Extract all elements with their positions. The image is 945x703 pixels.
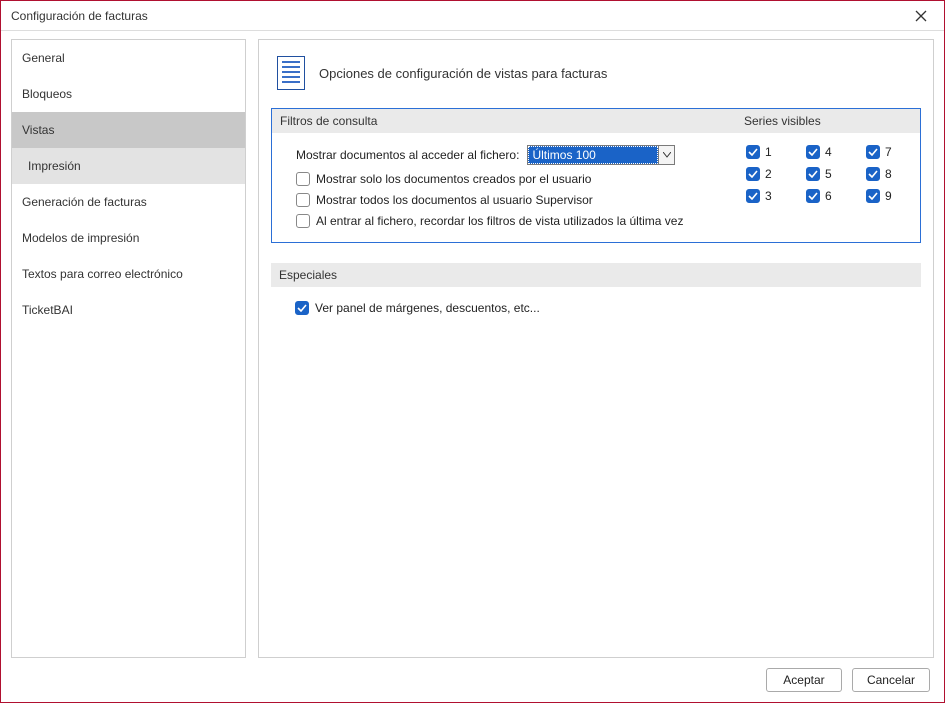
combo-selected-value[interactable]: Últimos 100 [527,145,659,165]
close-icon [915,10,927,22]
chk-margenes-row: Ver panel de márgenes, descuentos, etc..… [295,301,905,315]
accept-button[interactable]: Aceptar [766,668,842,692]
show-docs-label: Mostrar documentos al acceder al fichero… [296,148,519,162]
sidebar-item-bloqueos[interactable]: Bloqueos [12,76,245,112]
filters-box: Filtros de consulta Mostrar documentos a… [271,108,921,243]
series-grid: 1 4 7 2 5 8 3 6 9 [746,145,910,203]
series-chk-2[interactable] [746,167,760,181]
sidebar: General Bloqueos Vistas Impresión Genera… [11,39,246,658]
series-chk-5[interactable] [806,167,820,181]
series-label-2: 2 [765,167,772,181]
chk-remember-row: Al entrar al fichero, recordar los filtr… [296,214,720,228]
series-label-3: 3 [765,189,772,203]
chk-supervisor-label: Mostrar todos los documentos al usuario … [316,193,593,207]
series-label-6: 6 [825,189,832,203]
sidebar-item-ticketbai[interactable]: TicketBAI [12,292,245,328]
sidebar-item-vistas[interactable]: Vistas [12,112,245,148]
chk-only-user[interactable] [296,172,310,186]
filters-heading: Filtros de consulta [272,109,736,133]
show-docs-combo[interactable]: Últimos 100 [527,145,675,165]
show-docs-row: Mostrar documentos al acceder al fichero… [296,145,720,165]
series-chk-6[interactable] [806,189,820,203]
window-title: Configuración de facturas [11,9,148,23]
series-label-5: 5 [825,167,832,181]
chk-margenes-label: Ver panel de márgenes, descuentos, etc..… [315,301,540,315]
series-label-4: 4 [825,145,832,159]
document-icon [277,56,305,90]
content-title: Opciones de configuración de vistas para… [319,66,607,81]
dialog-window: Configuración de facturas General Bloque… [0,0,945,703]
especiales-body: Ver panel de márgenes, descuentos, etc..… [271,287,921,325]
series-label-7: 7 [885,145,892,159]
cancel-button[interactable]: Cancelar [852,668,930,692]
chevron-down-icon [663,152,671,158]
combo-dropdown-button[interactable] [659,145,675,165]
series-label-1: 1 [765,145,772,159]
chk-remember-label: Al entrar al fichero, recordar los filtr… [316,214,683,228]
especiales-heading: Especiales [271,263,921,287]
chk-margenes[interactable] [295,301,309,315]
content-panel: Opciones de configuración de vistas para… [258,39,934,658]
sidebar-item-general[interactable]: General [12,40,245,76]
series-heading: Series visibles [736,109,920,133]
series-chk-1[interactable] [746,145,760,159]
series-chk-9[interactable] [866,189,880,203]
series-label-8: 8 [885,167,892,181]
dialog-footer: Aceptar Cancelar [11,658,934,692]
chk-supervisor[interactable] [296,193,310,207]
filters-left: Filtros de consulta Mostrar documentos a… [272,109,736,242]
panes: General Bloqueos Vistas Impresión Genera… [11,39,934,658]
series-chk-7[interactable] [866,145,880,159]
filters-body: Mostrar documentos al acceder al fichero… [272,133,736,242]
chk-only-user-label: Mostrar solo los documentos creados por … [316,172,591,186]
series-chk-4[interactable] [806,145,820,159]
sidebar-item-textos-correo[interactable]: Textos para correo electrónico [12,256,245,292]
close-button[interactable] [904,4,938,28]
series-body: 1 4 7 2 5 8 3 6 9 [736,133,920,213]
chk-remember[interactable] [296,214,310,228]
sidebar-item-impresion[interactable]: Impresión [12,148,245,184]
series-label-9: 9 [885,189,892,203]
series-panel: Series visibles 1 4 7 2 5 8 3 6 [736,109,920,242]
content-header: Opciones de configuración de vistas para… [271,50,921,108]
sidebar-item-generacion[interactable]: Generación de facturas [12,184,245,220]
chk-supervisor-row: Mostrar todos los documentos al usuario … [296,193,720,207]
title-bar: Configuración de facturas [1,1,944,31]
dialog-body: General Bloqueos Vistas Impresión Genera… [1,31,944,702]
chk-only-user-row: Mostrar solo los documentos creados por … [296,172,720,186]
series-chk-3[interactable] [746,189,760,203]
sidebar-item-modelos[interactable]: Modelos de impresión [12,220,245,256]
series-chk-8[interactable] [866,167,880,181]
